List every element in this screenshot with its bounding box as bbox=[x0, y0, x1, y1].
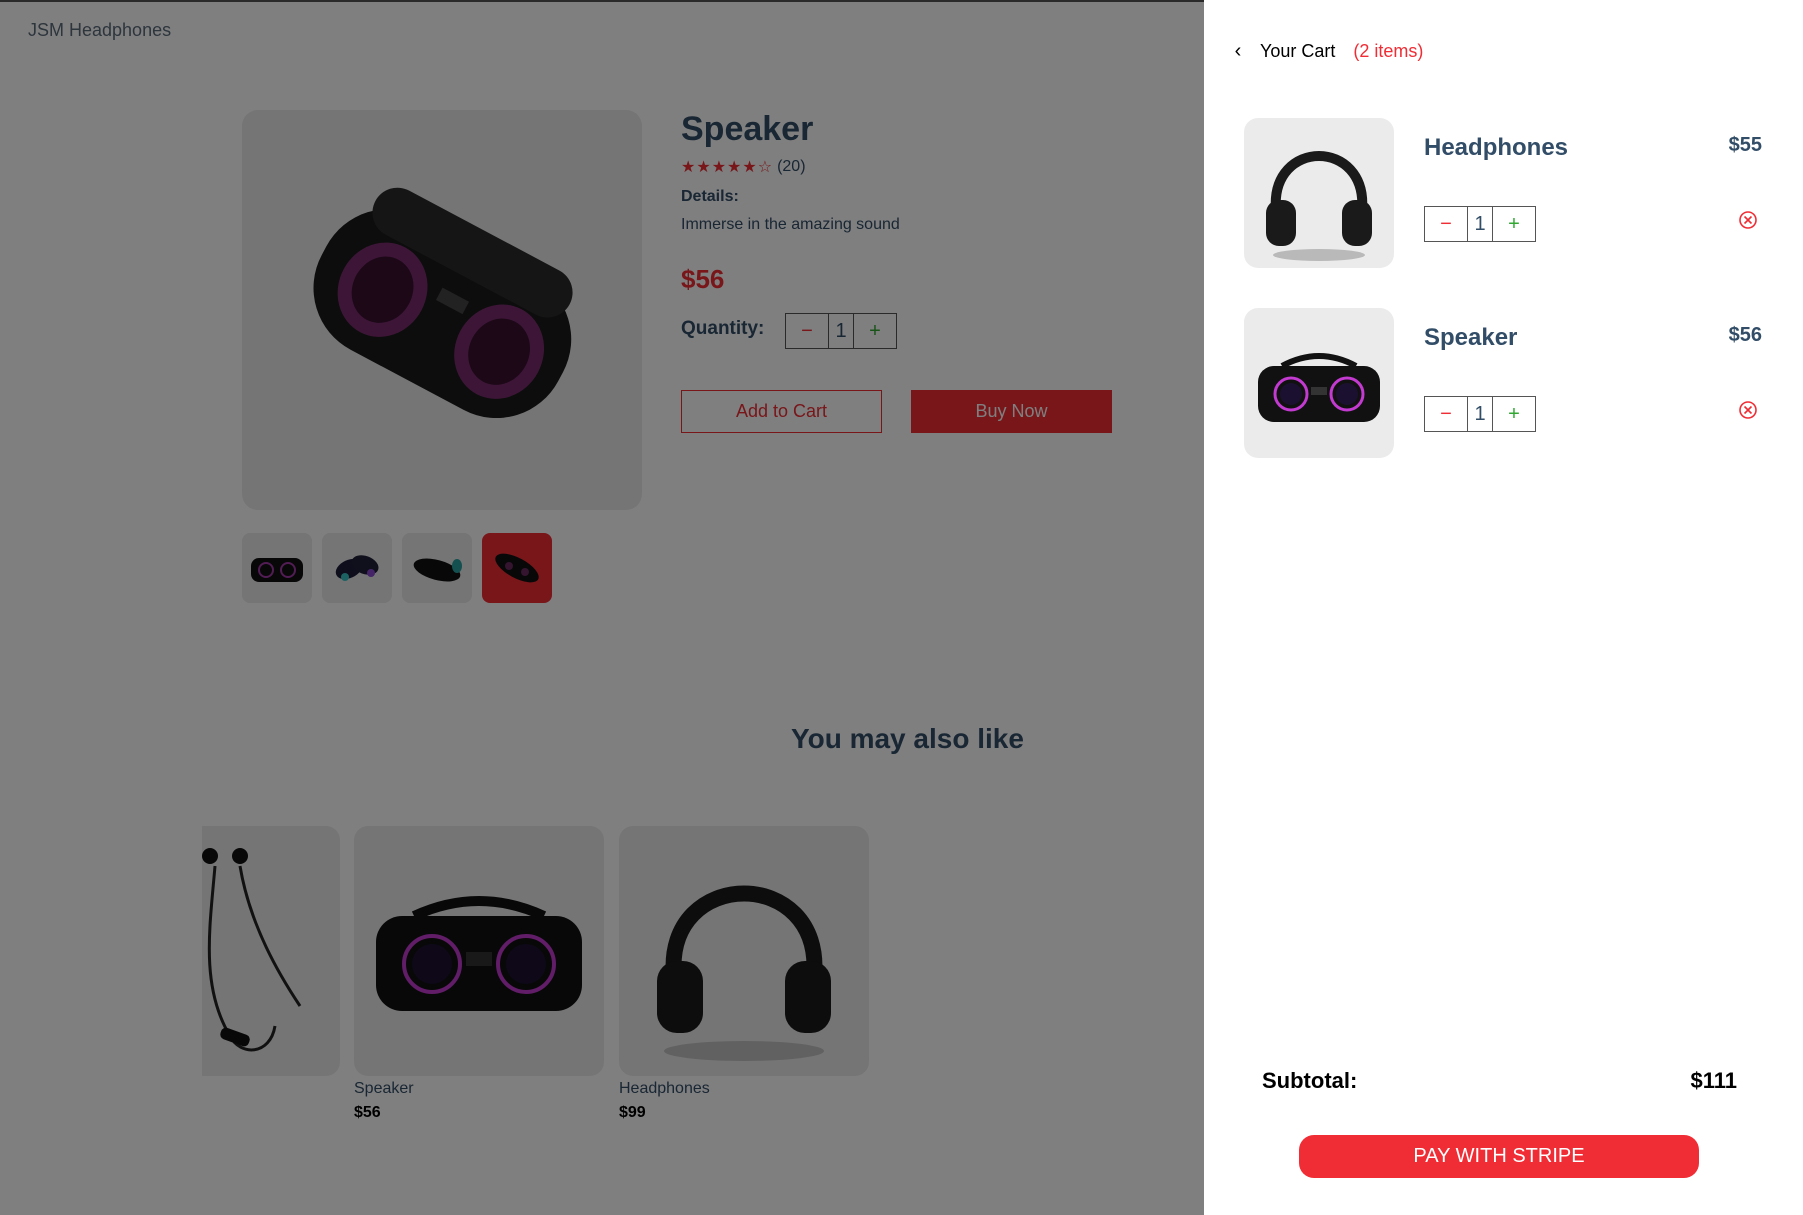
cart-item-quantity: 1 bbox=[1467, 207, 1493, 241]
cart-item-name: Speaker bbox=[1424, 324, 1518, 351]
cart-quantity-stepper: − 1 + bbox=[1424, 206, 1536, 242]
cart-item-count: (2 items) bbox=[1353, 41, 1424, 61]
minus-icon[interactable]: − bbox=[1425, 397, 1467, 431]
subtotal-value: $111 bbox=[1690, 1068, 1737, 1093]
cart-backdrop-overlay[interactable] bbox=[0, 0, 1204, 1215]
speaker-image bbox=[1258, 353, 1380, 422]
subtotal-label: Subtotal: bbox=[1262, 1068, 1358, 1093]
cart-item-price: $55 bbox=[1728, 134, 1762, 156]
subtotal-row: Subtotal: $111 bbox=[1262, 1068, 1737, 1094]
cart-item-image bbox=[1244, 118, 1394, 268]
cart-item-quantity: 1 bbox=[1467, 397, 1493, 431]
cart-item-name: Headphones bbox=[1424, 134, 1569, 161]
minus-icon[interactable]: − bbox=[1425, 207, 1467, 241]
headphones-image bbox=[1266, 151, 1372, 261]
cart-item-image bbox=[1244, 308, 1394, 458]
cart-quantity-stepper: − 1 + bbox=[1424, 396, 1536, 432]
remove-item-icon[interactable] bbox=[1738, 210, 1758, 230]
cart-back-button[interactable]: ‹ Your Cart (2 items) bbox=[1228, 40, 1424, 63]
remove-item-icon[interactable] bbox=[1738, 400, 1758, 420]
plus-icon[interactable]: + bbox=[1493, 397, 1535, 431]
cart-item-price: $56 bbox=[1728, 324, 1762, 346]
pay-with-stripe-button[interactable]: PAY WITH STRIPE bbox=[1299, 1135, 1699, 1178]
cart-panel: ‹ Your Cart (2 items) Headphones $55 − 1… bbox=[1204, 0, 1803, 1215]
chevron-left-icon[interactable]: ‹ bbox=[1228, 40, 1248, 63]
cart-item: Speaker $56 − 1 + bbox=[1244, 308, 1764, 458]
plus-icon[interactable]: + bbox=[1493, 207, 1535, 241]
cart-item: Headphones $55 − 1 + bbox=[1244, 118, 1764, 268]
cart-title: Your Cart bbox=[1260, 41, 1336, 61]
